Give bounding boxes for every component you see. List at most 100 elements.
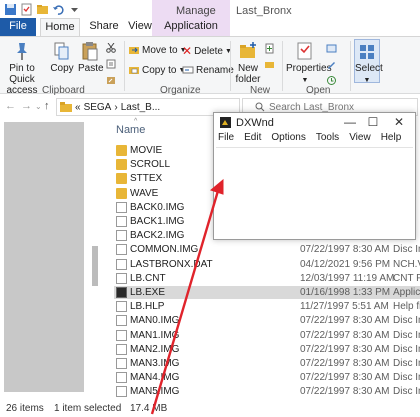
file-row[interactable]: MAN4.IMG 07/22/1997 8:30 AMDisc Im [114,371,420,384]
file-icon [116,329,127,341]
menu-tools[interactable]: Tools [316,132,339,147]
pin-to-quick-access-button[interactable]: Pin to Quick access [2,41,42,96]
file-name: BACK0.IMG [130,201,185,213]
menu-help[interactable]: Help [381,132,402,147]
column-header-name[interactable]: Name [116,124,145,136]
delete-label: Delete [194,45,223,57]
menu-view[interactable]: View [349,132,371,147]
file-icon [116,343,127,355]
menu-edit[interactable]: Edit [244,132,261,147]
file-row[interactable]: LB.EXE 01/16/1998 1:33 PMApplica [114,286,420,299]
file-icon [116,372,127,384]
delete-button[interactable]: ✕ Delete ▼ [182,44,232,58]
undo-icon[interactable] [52,3,65,16]
folder-icon [116,173,127,185]
file-icon [116,272,127,284]
up-arrow-icon[interactable]: ↑ [44,100,50,112]
rename-icon [182,66,194,74]
copy-path-button[interactable] [106,59,116,69]
address-chevrons[interactable]: « [75,102,81,113]
maximize-button[interactable]: ☐ [362,114,384,131]
status-size: 17.4 MB [130,403,168,414]
dxwnd-title-bar[interactable]: DXWnd — ☐ ✕ [214,113,415,132]
file-name: MAN2.IMG [130,343,180,355]
file-name: MAN3.IMG [130,358,180,369]
customize-icon[interactable] [68,3,81,16]
copy-to-button[interactable]: Copy to ▼ [128,64,185,76]
file-date: 07/22/1997 8:30 AM [300,358,390,369]
ribbon: Pin to Quick access Copy Paste Clipboard… [0,36,420,96]
copy-button[interactable]: Copy [48,41,76,74]
window-title: Last_Bronx [236,5,292,17]
rename-button[interactable]: Rename [182,64,234,76]
back-arrow-icon[interactable]: ← [5,100,16,112]
file-icon [116,358,127,369]
save-icon[interactable] [4,3,17,16]
paste-button[interactable]: Paste [78,41,104,74]
file-type: Disc Im [393,315,420,327]
forward-arrow-icon[interactable]: → [21,100,32,112]
select-button[interactable]: Select ▼ [354,39,383,84]
new-folder-label-line2: folder [235,74,261,85]
paste-shortcut-button[interactable] [106,75,116,85]
ribbon-tabs: File Home Share View Application Tools [0,18,420,49]
pin-label-line2: access [6,85,38,96]
file-row[interactable]: MAN3.IMG 07/22/1997 8:30 AMDisc Im [114,357,420,370]
open-button[interactable] [326,43,337,54]
new-group-label: New [250,85,271,96]
edit-button[interactable] [326,59,337,70]
chevron-down-icon: ▼ [363,77,371,84]
properties-button[interactable]: Properties ▼ [286,41,332,86]
open-icon [326,44,337,53]
breadcrumb-separator[interactable]: › [114,102,117,113]
breadcrumb-last-bronx[interactable]: Last_B... [121,102,160,113]
tab-file[interactable]: File [0,18,36,36]
ribbon-separator [124,41,125,91]
tab-share[interactable]: Share [84,18,124,36]
paste-label: Paste [78,63,104,74]
manage-label: Manage [176,5,216,17]
file-icon [116,258,127,270]
copy-icon [54,42,69,60]
menu-file[interactable]: File [218,132,234,147]
file-row[interactable]: MAN1.IMG 07/22/1997 8:30 AMDisc Im [114,329,420,342]
properties-icon[interactable] [20,3,33,16]
copy-to-label: Copy to [142,64,177,76]
select-all-icon [360,45,374,59]
breadcrumb-sega[interactable]: SEGA [84,102,112,113]
new-folder-button[interactable]: New folder [234,41,262,85]
file-name: STTEX [130,173,163,185]
file-row[interactable]: LASTBRONX.DAT 04/12/2021 9:56 PMNCH.V [114,258,420,271]
ribbon-separator [282,41,283,91]
file-icon [116,230,127,242]
menu-options[interactable]: Options [271,132,305,147]
file-name: COMMON.IMG [130,244,199,256]
move-to-button[interactable]: Move to ▼ [128,44,187,56]
file-type: NCH.V [393,258,420,270]
file-date: 04/12/2021 9:56 PM [300,258,391,270]
file-type: Applica [393,287,420,298]
search-placeholder: Search Last_Bronx [269,101,355,113]
file-row[interactable]: MAN5.IMG 07/22/1997 8:30 AMDisc Im [114,385,420,398]
tab-home[interactable]: Home [40,18,80,36]
move-to-label: Move to [142,44,178,56]
file-row[interactable]: LB.HLP 11/27/1997 5:51 AM Help fi [114,300,420,313]
file-row[interactable]: MAN0.IMG 07/22/1997 8:30 AMDisc Im [114,314,420,327]
easy-access-button[interactable] [264,59,275,70]
file-row[interactable]: MAN2.IMG 07/22/1997 8:30 AMDisc Im [114,343,420,356]
new-item-button[interactable] [264,43,275,54]
close-button[interactable]: ✕ [388,114,410,131]
dxwnd-program-list[interactable] [216,147,413,237]
tab-application-tools[interactable]: Application Tools [152,18,230,49]
minimize-button[interactable]: — [339,114,361,131]
new-folder-icon[interactable] [36,3,49,16]
file-row[interactable]: LB.CNT 12/03/1997 11:19 AMCNT Fi [114,272,420,285]
cut-button[interactable] [106,43,116,53]
recent-locations-icon[interactable]: ⌄ [35,102,42,111]
file-row[interactable]: COMMON.IMG 07/22/1997 8:30 AMDisc Im [114,243,420,256]
folder-icon [116,145,127,156]
file-name: MAN4.IMG [130,372,180,384]
tab-view[interactable]: View [126,18,154,36]
properties-label: Properties [286,63,332,74]
navigation-scrollbar[interactable] [92,246,98,286]
